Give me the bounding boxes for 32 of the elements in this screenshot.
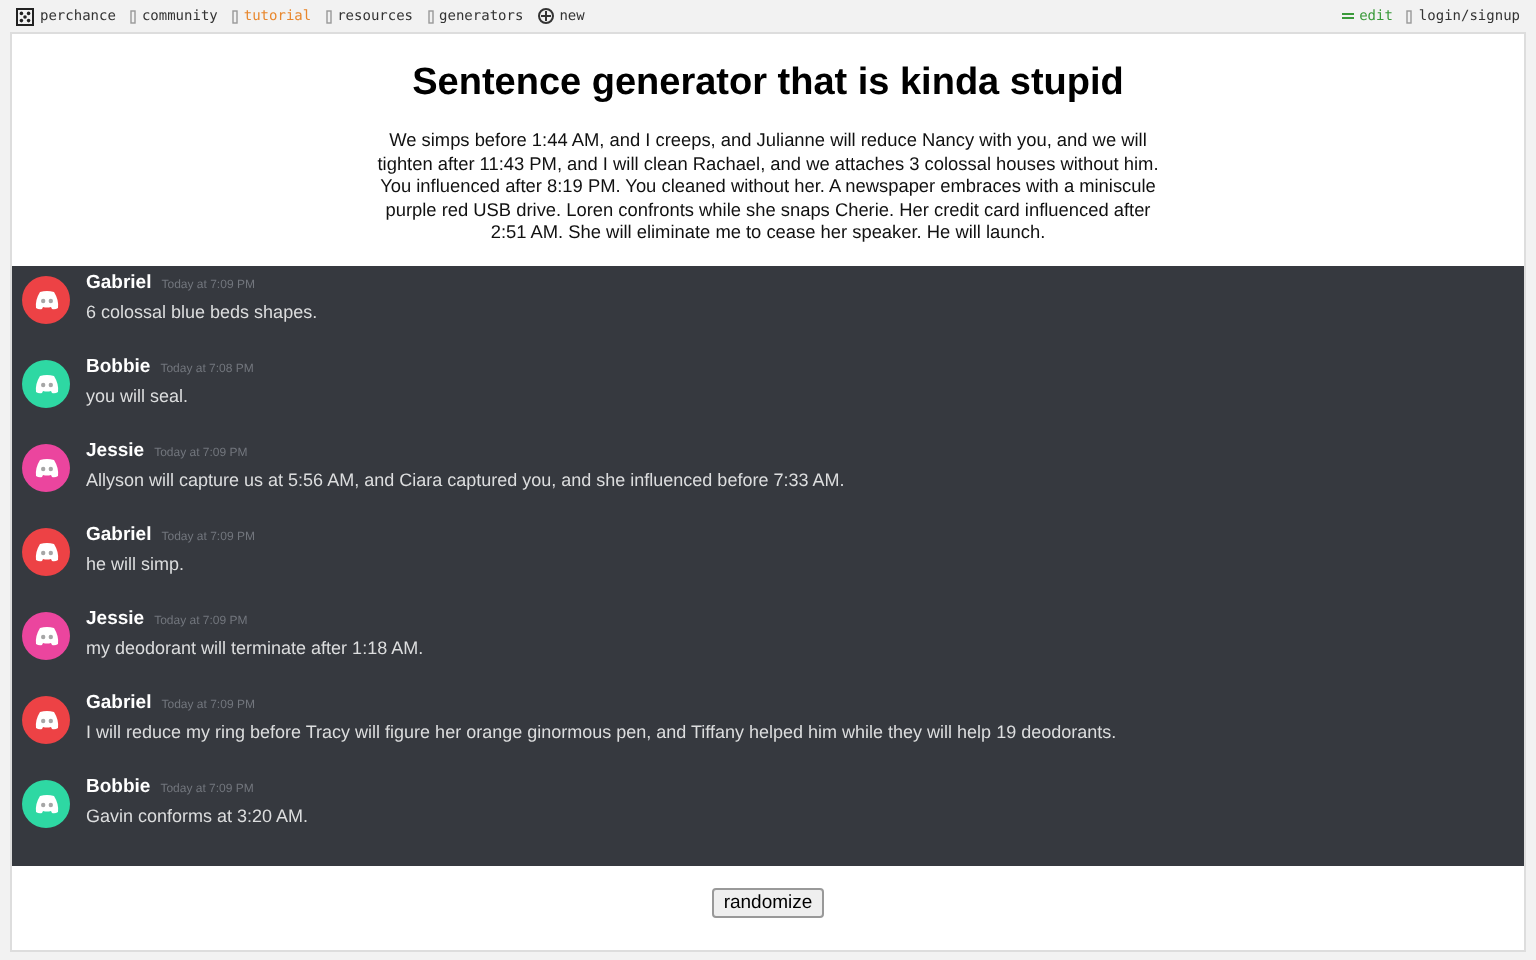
message-text: 6 colossal blue beds shapes.	[86, 301, 318, 321]
die-icon	[16, 7, 34, 25]
controller-icon	[33, 373, 59, 393]
controller-icon	[33, 709, 59, 729]
controller-icon	[33, 541, 59, 561]
message-text: he will simp.	[86, 553, 187, 573]
glyph-icon	[325, 9, 332, 23]
glyph-icon	[427, 9, 434, 23]
author-name: Jessie	[86, 439, 145, 461]
author-name: Jessie	[86, 607, 145, 629]
glyph-icon	[129, 9, 136, 23]
author-name: Gabriel	[86, 271, 152, 293]
controller-icon	[33, 457, 59, 477]
author-name: Bobbie	[86, 775, 151, 797]
author-name: Gabriel	[86, 691, 152, 713]
message-text: Gavin conforms at 3:20 AM.	[86, 805, 309, 825]
plus-icon	[537, 8, 554, 24]
author-name: Gabriel	[86, 523, 152, 545]
glyph-icon	[231, 9, 238, 23]
generated-paragraph: We simps before 1:44 AM, and I creeps, and Julianne will reduce Nancy with you, and we will tighten after 11:43 PM, and I will clean Rachael, and we attaches 3 colossal houses without him. You influenced after 8:19 PM. You cleaned without her. A newspaper embraces with a miniscule purple red USB drive. Loren confronts while she snaps Cherie. Her credit card influenced after 2:51 AM. She will eliminate me to cease her speaker. He will launch.	[375, 130, 1161, 245]
message-text: Allyson will capture us at 5:56 AM, and Ciara captured you, and she influenced before 7:33 AM.	[86, 469, 845, 489]
controller-icon	[33, 793, 59, 813]
pencil-icon	[1341, 12, 1354, 20]
author-name: Bobbie	[86, 355, 151, 377]
controller-icon	[33, 625, 59, 645]
controller-icon	[33, 289, 59, 309]
glyph-icon	[1406, 9, 1413, 23]
page-title: Sentence generator that is kinda stupid	[412, 62, 1124, 106]
message-text: my deodorant will terminate after 1:18 AM.	[86, 637, 424, 657]
message-text: I will reduce my ring before Tracy will figure her orange ginormous pen, and Tiffany helped him while they will help 19 deodorants.	[86, 721, 1117, 741]
randomize-button[interactable]: randomize	[711, 887, 825, 917]
message-text: you will seal.	[86, 385, 191, 405]
